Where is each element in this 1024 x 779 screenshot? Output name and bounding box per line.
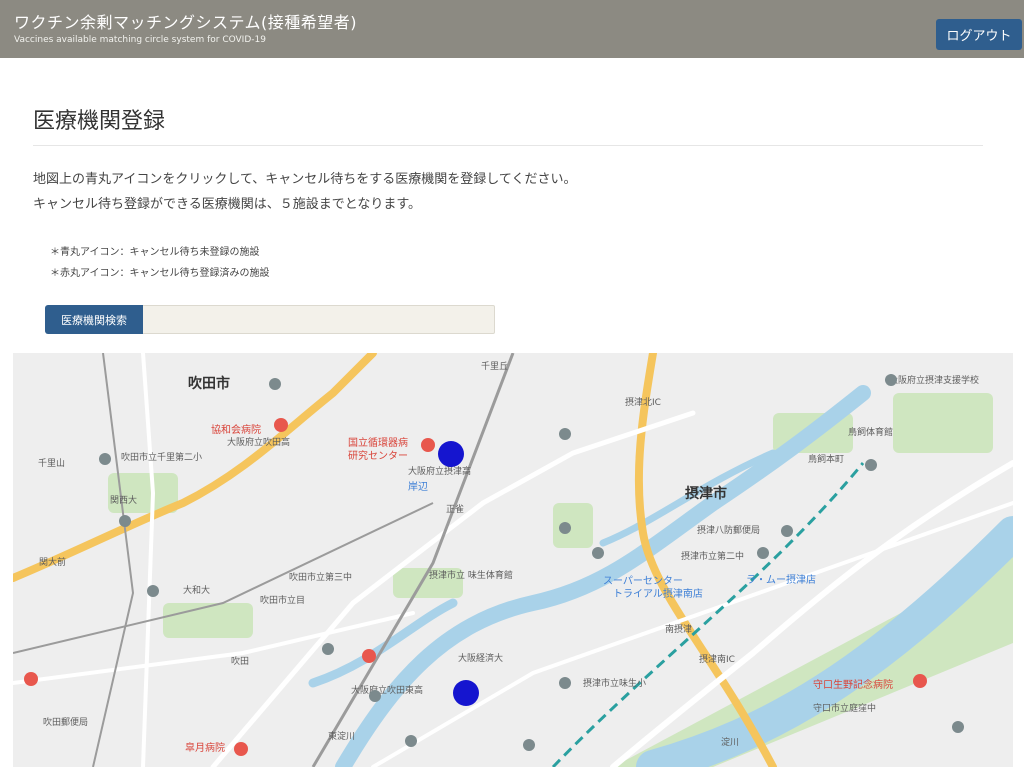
label-ncvc-2: 研究センター — [348, 449, 408, 462]
label-osaka-hs: 大阪府立吹田東高 — [351, 684, 423, 696]
label-settsu-2nd-jhs: 摂津市立第二中 — [681, 550, 744, 562]
label-torikai: 鳥飼本町 — [808, 453, 844, 465]
app-header: ワクチン余剰マッチングシステム(接種希望者) Vaccines availabl… — [0, 0, 1024, 58]
logout-button[interactable]: ログアウト — [936, 19, 1022, 50]
facility-search-button[interactable]: 医療機関検索 — [45, 305, 143, 334]
label-settsu-gym: 摂津市立 味生体育館 — [429, 569, 513, 581]
label-yamato-univ: 大和大 — [183, 584, 210, 596]
facility-map[interactable]: 吹田市 摂津市 協和会病院 国立循環器病 研究センター 岸辺 正雀 千里山 関大… — [13, 353, 1013, 767]
label-senri-2nd-elementary: 吹田市立千里第二小 — [121, 451, 202, 463]
label-yodogawa: 淀川 — [721, 736, 739, 748]
label-senriokay: 千里丘 — [481, 361, 508, 372]
label-kishibe-station: 岸辺 — [408, 481, 428, 493]
label-settsu-support-school: 大阪府立摂津支援学校 — [889, 374, 979, 386]
instruction-text-1: 地図上の青丸アイコンをクリックして、キャンセル待ちをする医療機関を登録してくださ… — [33, 172, 577, 187]
app-subtitle: Vaccines available matching circle syste… — [14, 35, 266, 45]
label-shoujaku: 正雀 — [446, 503, 464, 515]
label-higashi-yodo: 東淀川 — [328, 730, 355, 742]
label-settsu-post: 摂津八防郵便局 — [697, 524, 760, 536]
title-divider — [33, 145, 983, 146]
label-suita-facility: 吹田市立目 — [260, 594, 305, 606]
label-aji-elementary: 摂津市立味生小 — [583, 677, 646, 689]
label-suita-station: 吹田 — [231, 655, 249, 667]
label-minami-settsu: 南摂津 — [665, 623, 692, 635]
label-suita-3rd-jhs: 吹田市立第三中 — [289, 571, 352, 583]
label-moriguchi-hospital: 守口生野記念病院 — [813, 678, 893, 691]
facility-search-input[interactable] — [143, 305, 495, 334]
label-supercenter-2: トライアル摂津南店 — [613, 587, 703, 600]
label-kansai-univ: 関西大 — [110, 494, 137, 506]
page-title: 医療機関登録 — [33, 109, 166, 134]
label-settsu: 摂津市 — [685, 485, 727, 502]
legend-blue-icon: ＊青丸アイコン：キャンセル待ち未登録の施設 — [50, 247, 260, 258]
label-kyowakai-hospital: 協和会病院 — [211, 423, 261, 436]
label-kandai-mae: 関大前 — [39, 556, 66, 568]
label-satsuki-hospital: 皐月病院 — [185, 741, 225, 754]
label-settsu-kita-ic: 摂津北IC — [625, 396, 661, 408]
label-settsu-hs: 大阪府立摂津高 — [408, 465, 471, 477]
app-title: ワクチン余剰マッチングシステム(接種希望者) — [14, 13, 358, 32]
label-osaka-keizai: 大阪経済大 — [458, 652, 503, 664]
medical-facility-marker-2[interactable] — [453, 680, 479, 706]
label-suita-post: 吹田郵便局 — [43, 716, 88, 728]
label-suita-hs: 大阪府立吹田高 — [227, 436, 290, 448]
legend-red-icon: ＊赤丸アイコン：キャンセル待ち登録済みの施設 — [50, 268, 270, 279]
label-settsu-minami-ic: 摂津南IC — [699, 653, 735, 665]
label-moriguchi-jhs: 守口市立庭窪中 — [813, 702, 876, 714]
facility-search: 医療機関検索 — [45, 305, 495, 334]
label-ncvc-1: 国立循環器病 — [348, 436, 408, 449]
label-supercenter-1: スーパーセンター — [603, 575, 683, 587]
map-canvas[interactable]: 吹田市 摂津市 協和会病院 国立循環器病 研究センター 岸辺 正雀 千里山 関大… — [13, 353, 1013, 767]
label-suita: 吹田市 — [188, 375, 230, 392]
label-torikai-gym: 鳥飼体育館 — [848, 426, 893, 438]
instruction-text-2: キャンセル待ち登録ができる医療機関は、５施設までとなります。 — [33, 197, 422, 212]
medical-facility-marker-1[interactable] — [438, 441, 464, 467]
label-senriyama: 千里山 — [38, 458, 65, 469]
label-lamu: ラ・ムー摂津店 — [746, 573, 816, 586]
